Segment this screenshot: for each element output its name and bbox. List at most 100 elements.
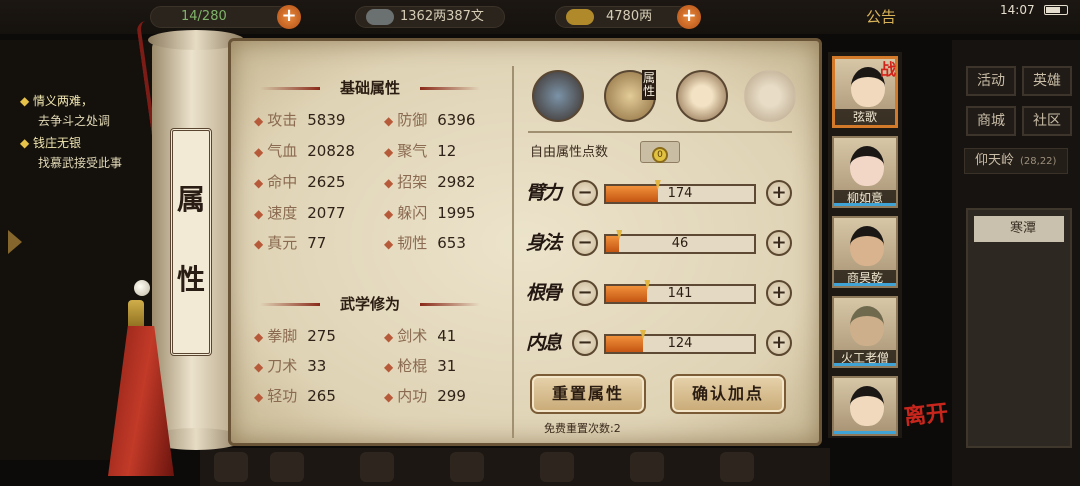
agility-bar: 46 (604, 230, 756, 254)
stat-gather-qi: ◆ 聚气 12 (384, 142, 457, 160)
stamina-counter: 14/280 + (150, 5, 301, 29)
scroll-title-strip (170, 128, 212, 356)
bagua-tab-icon[interactable] (676, 70, 728, 122)
quest-desc-2: 找慕武接受此事 (38, 156, 123, 170)
reset-attributes-button[interactable]: 重置属性 (530, 374, 646, 414)
stat-attack: ◆ 攻击 5839 (254, 111, 346, 129)
location-label[interactable]: 仰天岭 (28,22) (964, 148, 1068, 174)
portrait-character-3[interactable]: 商昊乾 (832, 216, 898, 288)
skill-lightness: ◆ 轻功 265 (254, 387, 336, 405)
quest-title-2[interactable]: 钱庄无银 (20, 134, 81, 151)
battery-icon (1044, 5, 1068, 15)
toolbar-icon[interactable] (630, 452, 664, 482)
in-battle-badge: 战 (880, 60, 897, 79)
heroes-button[interactable]: 英雄 (1022, 66, 1072, 96)
basic-attributes-heading: 基础属性 (252, 76, 488, 100)
stamina-value: 14/280 (181, 9, 227, 24)
free-points-label: 自由属性点数 (530, 145, 609, 160)
leave-button[interactable]: 离开 (903, 400, 949, 430)
inner-breath-bar: 124 (604, 330, 756, 354)
attr-name-inner-breath: 内息 (525, 332, 562, 354)
tassel-cap (128, 300, 144, 330)
portrait-character-4[interactable]: 火工老僧 (832, 296, 898, 368)
gold-counter: 4780两 + (555, 5, 701, 29)
stat-defense: ◆ 防御 6396 (384, 111, 476, 129)
status-clock: 14:07 (1000, 3, 1035, 17)
free-points-value: 0 (640, 141, 680, 163)
toolbar-icon[interactable] (214, 452, 248, 482)
portrait-character-2[interactable]: 柳如意 (832, 136, 898, 208)
character-face (850, 226, 884, 266)
gold-ingot-icon (566, 9, 594, 25)
plus-constitution-button[interactable]: + (766, 280, 792, 306)
stat-parry: ◆ 招架 2982 (384, 173, 476, 191)
plus-inner-breath-button[interactable]: + (766, 330, 792, 356)
panel-divider (512, 66, 514, 438)
strength-value: 174 (667, 186, 693, 201)
plus-agility-button[interactable]: + (766, 230, 792, 256)
meridian-tab-icon[interactable] (744, 70, 796, 122)
level-bar (834, 283, 896, 286)
location-coords: (28,22) (1020, 156, 1057, 167)
character-face (850, 386, 884, 426)
skill-spear: ◆ 枪棍 31 (384, 357, 457, 375)
confirm-allocation-button[interactable]: 确认加点 (670, 374, 786, 414)
silver-ingot-icon (366, 9, 394, 25)
level-bar (834, 363, 896, 366)
attr-name-constitution: 根骨 (525, 282, 562, 304)
free-reset-count: 免费重置次数:2 (544, 422, 621, 435)
stat-dodge: ◆ 躲闪 1995 (384, 204, 476, 222)
zone-list (966, 208, 1072, 448)
stat-true-essence: ◆ 真元 77 (254, 234, 327, 252)
toolbar-icon[interactable] (540, 452, 574, 482)
activity-button[interactable]: 活动 (966, 66, 1016, 96)
toolbar-icon[interactable] (360, 452, 394, 482)
minus-inner-breath-button[interactable]: − (572, 330, 598, 356)
constitution-value: 141 (667, 286, 693, 301)
stat-toughness: ◆ 韧性 653 (384, 234, 466, 252)
scroll-title-char-1: 属 (176, 183, 205, 216)
minus-constitution-button[interactable]: − (572, 280, 598, 306)
shop-button[interactable]: 商城 (966, 106, 1016, 136)
location-name: 仰天岭 (975, 153, 1015, 168)
add-stamina-button[interactable]: + (277, 5, 301, 29)
equipment-tab-icon[interactable] (532, 70, 584, 122)
zone-item[interactable]: 寒潭 (974, 216, 1064, 242)
tab-divider (528, 131, 792, 133)
community-button[interactable]: 社区 (1022, 106, 1072, 136)
strength-bar: 174 (604, 180, 756, 204)
character-face (850, 146, 884, 186)
minus-strength-button[interactable]: − (572, 180, 598, 206)
skill-blade: ◆ 刀术 33 (254, 357, 327, 375)
announcement-button[interactable]: 公告 (866, 6, 896, 27)
stat-hp: ◆ 气血 20828 (254, 142, 355, 160)
agility-value: 46 (671, 236, 689, 251)
toolbar-icon[interactable] (270, 452, 304, 482)
top-resource-bar: 14/280 + 1362两387文 4780两 + 公告 14:07 (0, 0, 1080, 34)
level-bar (834, 431, 896, 434)
attr-name-agility: 身法 (525, 232, 562, 254)
point-coin-icon: 0 (652, 147, 668, 163)
stat-hit: ◆ 命中 2625 (254, 173, 346, 191)
martial-heading: 武学修为 (252, 292, 488, 316)
constitution-bar: 141 (604, 280, 756, 304)
gold-value: 4780两 (606, 9, 653, 24)
quest-title-1[interactable]: 情义两难， (20, 92, 93, 109)
portrait-character-5[interactable] (832, 376, 898, 436)
plus-strength-button[interactable]: + (766, 180, 792, 206)
inner-breath-value: 124 (667, 336, 693, 351)
minus-agility-button[interactable]: − (572, 230, 598, 256)
attr-name-strength: 臂力 (525, 182, 562, 204)
skill-inner-art: ◆ 内功 299 (384, 387, 466, 405)
toolbar-icon[interactable] (720, 452, 754, 482)
skill-sword: ◆ 剑术 41 (384, 327, 457, 345)
jade-bead (134, 280, 150, 296)
add-gold-button[interactable]: + (677, 5, 701, 29)
character-face (850, 306, 884, 346)
level-bar (834, 203, 896, 206)
scroll-title-char-2: 性 (176, 263, 205, 296)
stat-speed: ◆ 速度 2077 (254, 204, 346, 222)
attributes-tab-label: 属性 (642, 70, 656, 100)
silver-value: 1362两387文 (400, 9, 484, 24)
toolbar-icon[interactable] (450, 452, 484, 482)
